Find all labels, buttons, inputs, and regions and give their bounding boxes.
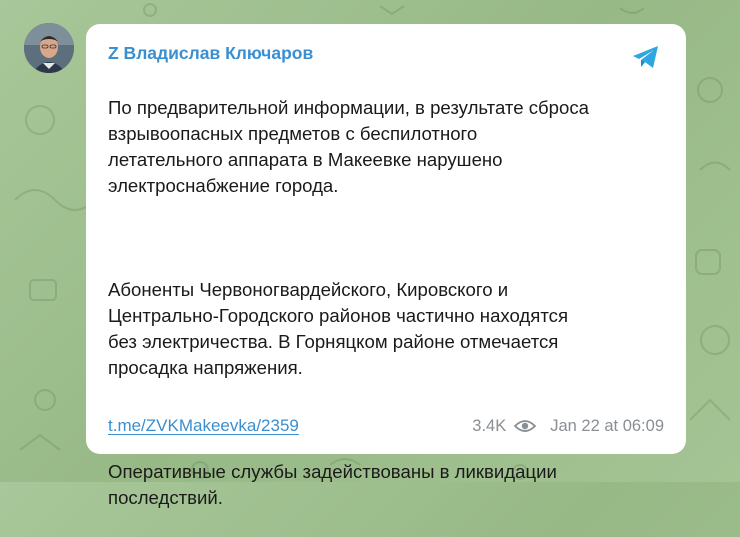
- message-bubble: Z Владислав Ключаров По предварительной …: [86, 24, 686, 508]
- message-paragraph: По предварительной информации, в результ…: [108, 97, 589, 196]
- view-count: 3.4K: [472, 416, 507, 435]
- avatar[interactable]: [24, 23, 74, 73]
- message-footer: t.me/ZVKMakeevka/2359 3.4K Jan 22 at 06:…: [108, 413, 664, 439]
- telegram-icon[interactable]: [630, 41, 662, 73]
- sender-name[interactable]: Z Владислав Ключаров: [108, 41, 664, 65]
- message-paragraph: Оперативные службы задействованы в ликви…: [108, 461, 557, 508]
- eye-icon: [514, 420, 537, 432]
- message-paragraph: Абоненты Червоногвардейского, Кировского…: [108, 279, 569, 378]
- message-meta: 3.4K Jan 22 at 06:09: [472, 417, 664, 436]
- post-link[interactable]: t.me/ZVKMakeevka/2359: [108, 416, 299, 436]
- timestamp: Jan 22 at 06:09: [550, 416, 664, 435]
- message-text: По предварительной информации, в результ…: [108, 69, 668, 537]
- avatar-photo: [24, 23, 74, 73]
